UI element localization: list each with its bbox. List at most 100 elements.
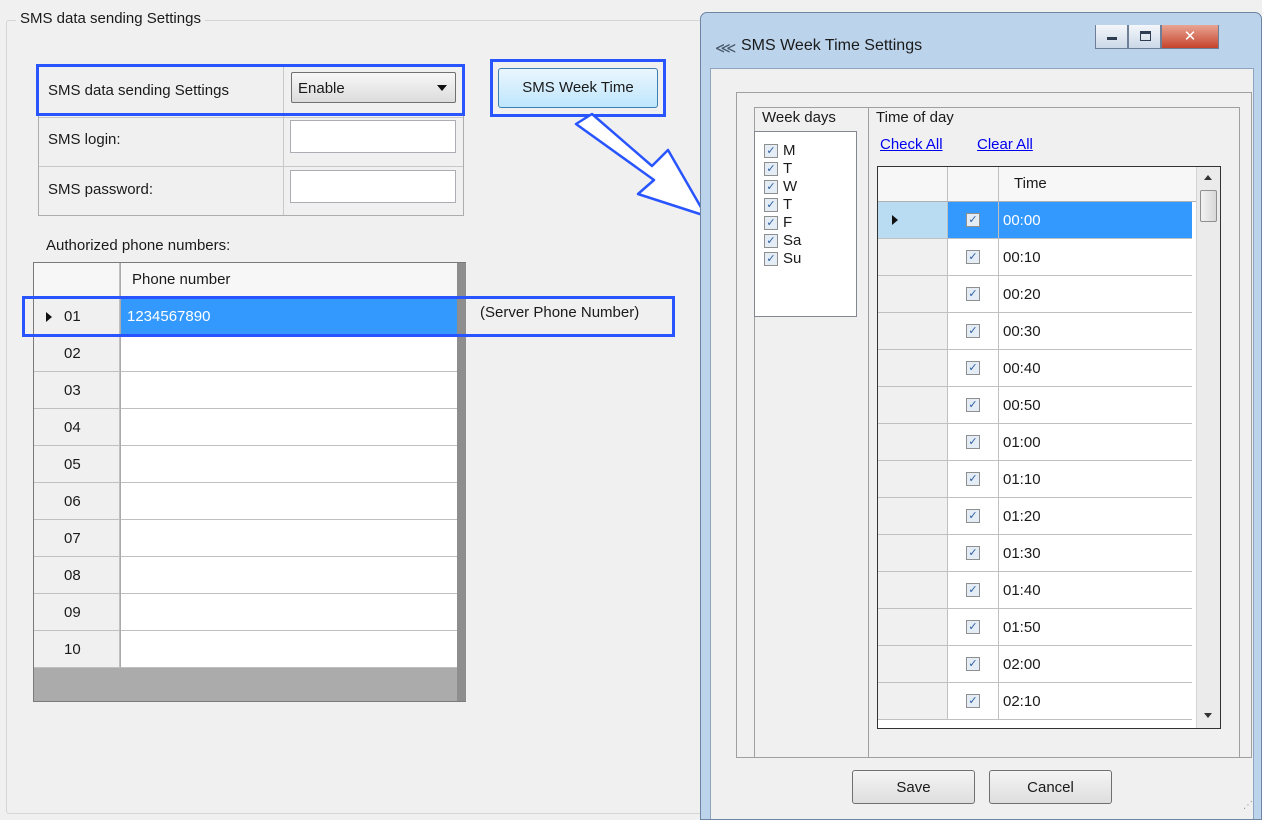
table-row[interactable]: 02 (34, 335, 457, 372)
row-header[interactable] (878, 239, 948, 276)
time-cell[interactable]: 02:00 (999, 646, 1192, 683)
checkbox-icon[interactable]: ✓ (764, 180, 778, 194)
column-header-phone-number[interactable]: Phone number (121, 263, 457, 298)
checkbox-icon[interactable]: ✓ (966, 583, 980, 597)
table-row[interactable]: ✓ 02:10 (878, 683, 1196, 720)
close-button[interactable]: ✕ (1161, 25, 1219, 49)
time-cell[interactable]: 01:00 (999, 424, 1192, 461)
time-cell[interactable]: 00:40 (999, 350, 1192, 387)
checkbox-cell[interactable]: ✓ (948, 424, 999, 461)
scroll-down-icon[interactable] (1204, 713, 1212, 718)
checkbox-cell[interactable]: ✓ (948, 461, 999, 498)
row-header[interactable] (878, 350, 948, 387)
checkbox-icon[interactable]: ✓ (966, 694, 980, 708)
checkbox-icon[interactable]: ✓ (966, 472, 980, 486)
checkbox-icon[interactable]: ✓ (764, 216, 778, 230)
row-header[interactable] (878, 646, 948, 683)
table-row[interactable]: 05 (34, 446, 457, 483)
table-row[interactable]: ✓ 00:20 (878, 276, 1196, 313)
table-row[interactable]: 09 (34, 594, 457, 631)
phone-number-cell[interactable] (121, 335, 457, 372)
checkbox-icon[interactable]: ✓ (966, 361, 980, 375)
table-row[interactable]: ✓ 00:40 (878, 350, 1196, 387)
time-cell[interactable]: 00:10 (999, 239, 1192, 276)
checkbox-cell[interactable]: ✓ (948, 498, 999, 535)
phone-number-cell[interactable] (121, 446, 457, 483)
table-row[interactable]: ✓ 01:00 (878, 424, 1196, 461)
time-cell[interactable]: 01:30 (999, 535, 1192, 572)
checkbox-icon[interactable]: ✓ (966, 250, 980, 264)
minimize-button[interactable] (1095, 25, 1128, 49)
checkbox-icon[interactable]: ✓ (966, 213, 980, 227)
checkbox-cell[interactable]: ✓ (948, 535, 999, 572)
table-row[interactable]: ✓ 00:10 (878, 239, 1196, 276)
row-header[interactable] (878, 387, 948, 424)
row-header[interactable] (878, 609, 948, 646)
table-row[interactable]: ✓ 01:10 (878, 461, 1196, 498)
checkbox-cell[interactable]: ✓ (948, 387, 999, 424)
row-header[interactable]: 09 (34, 594, 120, 631)
table-row[interactable]: ✓ 00:50 (878, 387, 1196, 424)
checkbox-icon[interactable]: ✓ (966, 546, 980, 560)
checkbox-icon[interactable]: ✓ (966, 657, 980, 671)
sms-password-input[interactable] (290, 170, 456, 203)
time-cell[interactable]: 01:10 (999, 461, 1192, 498)
table-row[interactable]: 07 (34, 520, 457, 557)
table-row[interactable]: 03 (34, 372, 457, 409)
table-row[interactable]: ✓ 01:40 (878, 572, 1196, 609)
table-row[interactable]: 06 (34, 483, 457, 520)
time-cell[interactable]: 01:50 (999, 609, 1192, 646)
table-row[interactable]: 04 (34, 409, 457, 446)
row-header[interactable] (878, 535, 948, 572)
row-header[interactable] (878, 313, 948, 350)
row-header[interactable]: 06 (34, 483, 120, 520)
checkbox-icon[interactable]: ✓ (764, 162, 778, 176)
maximize-button[interactable] (1128, 25, 1161, 49)
checkbox-cell[interactable]: ✓ (948, 313, 999, 350)
phone-number-cell[interactable] (121, 520, 457, 557)
checkbox-cell[interactable]: ✓ (948, 239, 999, 276)
row-header[interactable]: 10 (34, 631, 120, 668)
checkbox-cell[interactable]: ✓ (948, 609, 999, 646)
table-row[interactable]: ✓ 01:30 (878, 535, 1196, 572)
row-header[interactable]: 03 (34, 372, 120, 409)
checkbox-icon[interactable]: ✓ (764, 234, 778, 248)
row-header[interactable]: 02 (34, 335, 120, 372)
row-header[interactable]: 04 (34, 409, 120, 446)
time-cell[interactable]: 00:20 (999, 276, 1192, 313)
checkbox-cell[interactable]: ✓ (948, 683, 999, 720)
checkbox-icon[interactable]: ✓ (764, 144, 778, 158)
row-header[interactable]: 07 (34, 520, 120, 557)
phone-number-cell[interactable] (121, 557, 457, 594)
save-button[interactable]: Save (852, 770, 975, 804)
scroll-thumb[interactable] (1200, 190, 1217, 222)
time-cell[interactable]: 02:10 (999, 683, 1192, 720)
table-row[interactable]: ✓ 01:20 (878, 498, 1196, 535)
time-cell[interactable]: 01:20 (999, 498, 1192, 535)
checkbox-icon[interactable]: ✓ (966, 620, 980, 634)
table-row[interactable]: ✓ 00:00 (878, 202, 1196, 239)
checkbox-icon[interactable]: ✓ (966, 509, 980, 523)
time-cell[interactable]: 00:50 (999, 387, 1192, 424)
checkbox-cell[interactable]: ✓ (948, 350, 999, 387)
row-header[interactable]: 08 (34, 557, 120, 594)
sms-login-input[interactable] (290, 120, 456, 153)
checkbox-icon[interactable]: ✓ (764, 252, 778, 266)
phone-number-cell[interactable] (121, 631, 457, 668)
checkbox-cell[interactable]: ✓ (948, 572, 999, 609)
table-row[interactable]: 08 (34, 557, 457, 594)
phone-number-cell[interactable] (121, 409, 457, 446)
checkbox-cell[interactable]: ✓ (948, 202, 999, 239)
phone-number-cell[interactable] (121, 594, 457, 631)
phone-number-cell[interactable] (121, 372, 457, 409)
checkbox-cell[interactable]: ✓ (948, 646, 999, 683)
row-header[interactable]: 05 (34, 446, 120, 483)
checkbox-icon[interactable]: ✓ (966, 324, 980, 338)
row-header[interactable] (878, 202, 948, 239)
phone-number-cell[interactable] (121, 483, 457, 520)
time-cell[interactable]: 00:30 (999, 313, 1192, 350)
time-cell[interactable]: 01:40 (999, 572, 1192, 609)
row-header[interactable] (878, 461, 948, 498)
checkbox-icon[interactable]: ✓ (764, 198, 778, 212)
table-row[interactable]: ✓ 01:50 (878, 609, 1196, 646)
